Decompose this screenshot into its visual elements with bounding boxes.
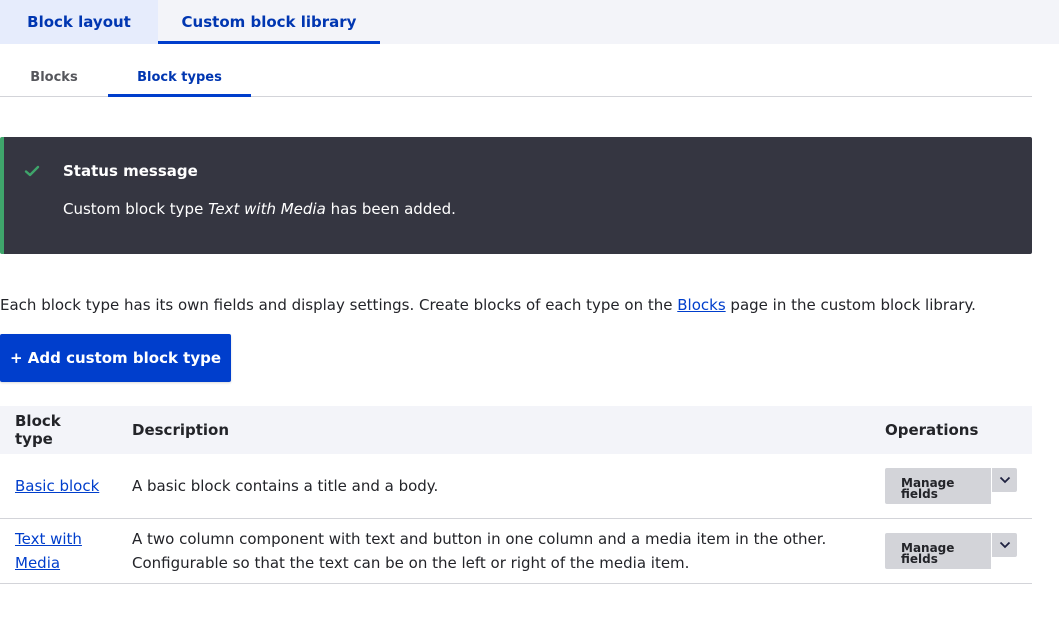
chevron-down-icon <box>999 472 1011 487</box>
status-text: Custom block type Text with Media has be… <box>63 200 456 218</box>
cell-block-type: Text with Media <box>0 518 117 583</box>
check-icon <box>24 163 40 179</box>
chevron-down-icon <box>999 537 1011 552</box>
status-title: Status message <box>63 162 198 180</box>
tab-blocks[interactable]: Blocks <box>0 58 108 96</box>
primary-tabs: Block layout Custom block library <box>0 0 1059 44</box>
operations-toggle-button[interactable] <box>992 532 1017 557</box>
operations-dropbutton: Manage fields <box>885 532 1017 569</box>
tab-block-layout[interactable]: Block layout <box>0 0 158 44</box>
tab-custom-block-library[interactable]: Custom block library <box>158 0 380 44</box>
table-row: Basic block A basic block contains a tit… <box>0 454 1032 518</box>
block-type-link-text-with-media[interactable]: Text with Media <box>15 530 82 572</box>
manage-fields-button[interactable]: Manage fields <box>885 467 991 504</box>
table-header-row: Block type Description Operations <box>0 406 1032 454</box>
cell-description: A basic block contains a title and a bod… <box>132 476 439 495</box>
intro-text: Each block type has its own fields and d… <box>0 296 976 314</box>
cell-operations: Manage fields <box>870 454 1032 518</box>
add-custom-block-type-button[interactable]: + Add custom block type <box>0 334 231 382</box>
table-row: Text with Media A two column component w… <box>0 518 1032 583</box>
header-operations: Operations <box>885 421 979 439</box>
tab-block-types[interactable]: Block types <box>108 58 251 97</box>
secondary-tabs: Blocks Block types <box>0 58 1032 97</box>
block-type-link-basic-block[interactable]: Basic block <box>15 477 99 495</box>
blocks-link[interactable]: Blocks <box>677 296 725 314</box>
status-block-type-name: Text with Media <box>208 200 326 218</box>
header-block-type: Block type <box>15 412 61 448</box>
operations-toggle-button[interactable] <box>992 467 1017 492</box>
cell-block-type: Basic block <box>0 454 117 518</box>
status-message: Status message Custom block type Text wi… <box>0 137 1032 254</box>
operations-dropbutton: Manage fields <box>885 467 1017 504</box>
manage-fields-button[interactable]: Manage fields <box>885 532 991 569</box>
cell-operations: Manage fields <box>870 518 1032 583</box>
header-description: Description <box>132 421 230 439</box>
block-types-table: Block type Description Operations Basic … <box>0 406 1032 584</box>
cell-description: A two column component with text and but… <box>132 529 827 572</box>
